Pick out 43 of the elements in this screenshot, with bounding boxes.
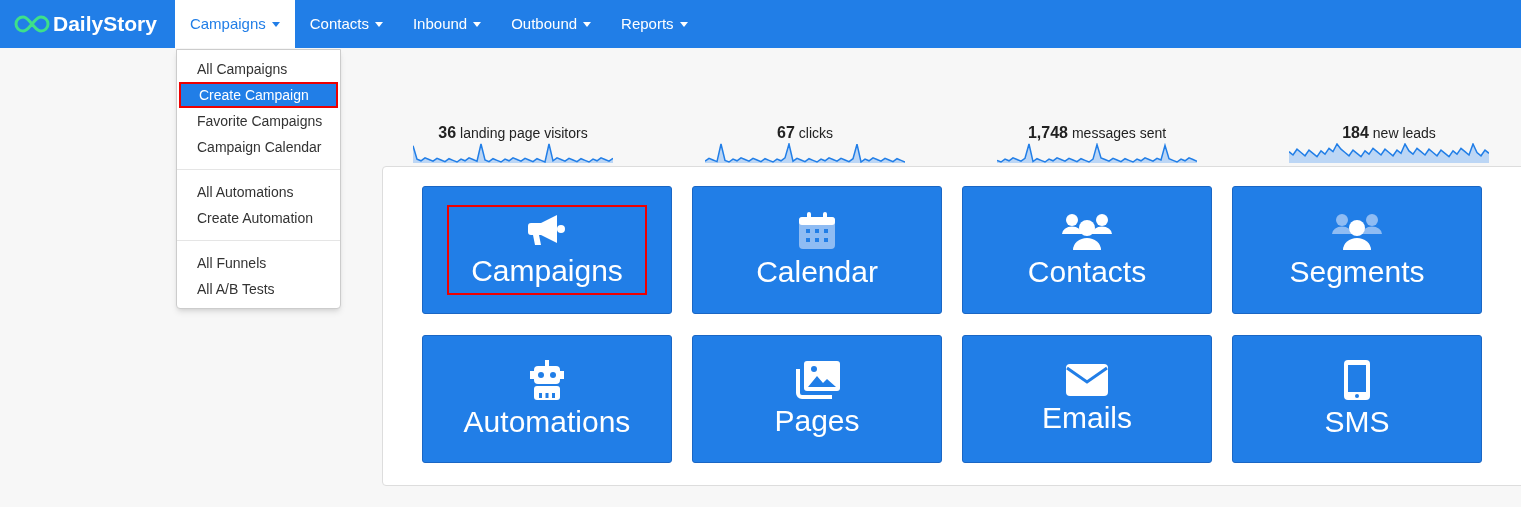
nav-tab[interactable]: Campaigns [174, 0, 295, 48]
images-icon [794, 361, 840, 399]
tile-button[interactable]: Emails [962, 335, 1212, 463]
tile-button[interactable]: Calendar [692, 186, 942, 314]
menu-item[interactable]: Campaign Calendar [177, 134, 340, 160]
caret-icon [583, 21, 592, 27]
logo-icon [14, 14, 50, 34]
caret-icon [473, 21, 482, 27]
tile-button[interactable]: Segments [1232, 186, 1482, 314]
brand-name: DailyStory [53, 11, 157, 38]
stat-label: new leads [1372, 124, 1436, 143]
caret-icon [374, 21, 383, 27]
tile-button[interactable]: Automations [422, 335, 672, 463]
nav-tab[interactable]: Contacts [294, 0, 398, 48]
tile-button[interactable]: Campaigns [422, 186, 672, 314]
envelope-icon [1066, 364, 1108, 396]
nav-tab[interactable]: Inbound [397, 0, 497, 48]
menu-item[interactable]: Create Automation [177, 205, 340, 231]
calendar-icon [798, 212, 836, 250]
stat-label: messages sent [1071, 124, 1167, 143]
stat-value: 36 [438, 123, 457, 143]
tile-button[interactable]: Pages [692, 335, 942, 463]
people-icon [1332, 212, 1382, 250]
stat-value: 184 [1342, 123, 1369, 143]
caret-icon [271, 21, 280, 27]
stat-label: clicks [798, 124, 833, 143]
menu-item[interactable]: All A/B Tests [177, 276, 340, 302]
menu-item[interactable]: All Campaigns [177, 56, 340, 82]
menu-item[interactable]: Favorite Campaigns [177, 108, 340, 134]
phone-icon [1344, 360, 1370, 400]
tile-button[interactable]: Contacts [962, 186, 1212, 314]
tile-button[interactable]: SMS [1232, 335, 1482, 463]
stat-label: landing page visitors [460, 124, 588, 143]
menu-item[interactable]: Create Campaign [179, 82, 338, 108]
people-icon [1062, 212, 1112, 250]
menu-item[interactable]: All Funnels [177, 250, 340, 276]
stat-value: 1,748 [1027, 123, 1068, 143]
robot-icon [529, 360, 565, 400]
nav-tab[interactable]: Reports [606, 0, 703, 48]
stat-value: 67 [777, 123, 795, 143]
nav-tab[interactable]: Outbound [496, 0, 607, 48]
menu-item[interactable]: All Automations [177, 179, 340, 205]
caret-icon [679, 21, 688, 27]
